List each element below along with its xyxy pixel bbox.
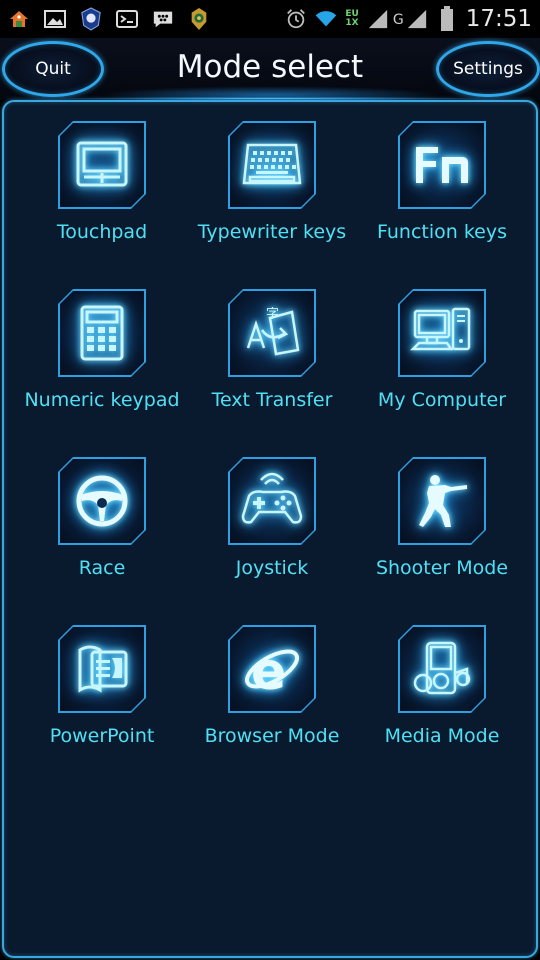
mode-tile-numeric-keypad[interactable]: Numeric keypad	[17, 290, 187, 430]
network-indicator: EU 1X	[345, 10, 358, 28]
mode-label: Shooter Mode	[375, 557, 509, 579]
mode-tile-touchpad[interactable]: Touchpad	[17, 122, 187, 262]
gamepad-icon	[230, 459, 314, 543]
mode-label: PowerPoint	[49, 725, 155, 747]
gallery-icon	[44, 8, 66, 30]
mode-label: Browser Mode	[204, 725, 340, 747]
fn-key-icon	[400, 123, 484, 207]
mode-tile-text-transfer[interactable]: 字 Text Transfer	[187, 290, 357, 430]
signal-g-icon	[406, 8, 428, 30]
bbm-icon	[116, 8, 138, 30]
media-player-icon	[400, 627, 484, 711]
steering-wheel-icon	[60, 459, 144, 543]
mode-label: Text Transfer	[211, 389, 333, 411]
mode-tile-powerpoint[interactable]: PowerPoint	[17, 626, 187, 766]
text-transfer-icon: 字	[230, 291, 314, 375]
mode-label: Joystick	[235, 557, 309, 579]
mode-label: Race	[78, 557, 126, 579]
chat-icon	[152, 8, 174, 30]
browser-icon: e	[230, 627, 314, 711]
mode-tile-race[interactable]: Race	[17, 458, 187, 598]
touchpad-icon	[60, 123, 144, 207]
clock-time: 17:51	[465, 6, 532, 32]
settings-button[interactable]: Settings	[436, 41, 540, 97]
mode-grid-panel: Touchpad Typewriter keys Function keys N…	[2, 100, 538, 958]
mode-label: Function keys	[376, 221, 507, 243]
mode-tile-joystick[interactable]: Joystick	[187, 458, 357, 598]
mode-tile-function-keys[interactable]: Function keys	[357, 122, 527, 262]
battery-icon	[436, 6, 458, 31]
signal-g-text: G	[392, 12, 404, 28]
home-app-icon	[8, 8, 30, 30]
svg-text:字: 字	[266, 307, 279, 322]
calculator-icon	[60, 291, 144, 375]
mode-tile-media-mode[interactable]: Media Mode	[357, 626, 527, 766]
app-badge-icon	[80, 7, 102, 31]
status-bar: EU 1X G 17:51	[0, 0, 540, 38]
mode-tile-my-computer[interactable]: My Computer	[357, 290, 527, 430]
header-bar: Quit Mode select Settings	[0, 38, 540, 104]
powerpoint-icon	[60, 627, 144, 711]
crest-icon	[188, 8, 210, 30]
keyboard-icon	[230, 123, 314, 207]
wifi-icon	[315, 8, 337, 30]
shooter-icon	[400, 459, 484, 543]
mode-label: Touchpad	[56, 221, 148, 243]
mode-tile-shooter-mode[interactable]: Shooter Mode	[357, 458, 527, 598]
mode-label: Numeric keypad	[24, 389, 180, 411]
mode-label: My Computer	[377, 389, 507, 411]
signal-icon	[367, 8, 389, 30]
mode-label: Typewriter keys	[197, 221, 347, 243]
mode-label: Media Mode	[384, 725, 500, 747]
mode-tile-typewriter-keys[interactable]: Typewriter keys	[187, 122, 357, 262]
computer-icon	[400, 291, 484, 375]
mode-tile-browser-mode[interactable]: e Browser Mode	[187, 626, 357, 766]
network-bottom-text: 1X	[345, 18, 359, 28]
alarm-icon	[285, 8, 307, 30]
